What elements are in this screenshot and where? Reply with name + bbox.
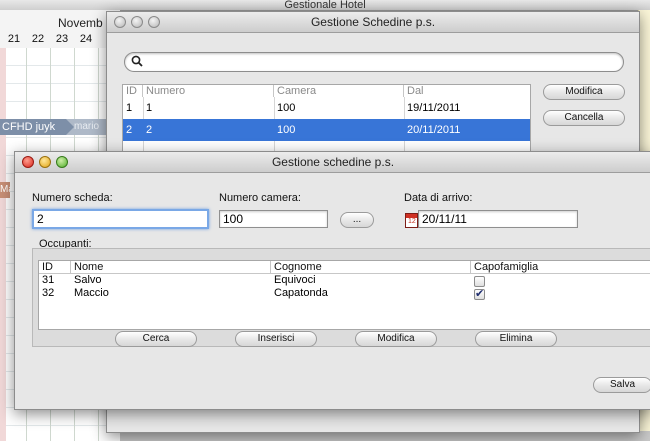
scheda-edit-titlebar[interactable]: Gestione schedine p.s. (15, 152, 650, 173)
modifica-occupante-button[interactable]: Modifica (355, 331, 437, 347)
calendar-day[interactable]: 22 (26, 30, 50, 48)
cell-id[interactable]: 31 (39, 274, 71, 287)
cell-numero: 2 (146, 124, 153, 136)
calendar-icon[interactable]: 12 (405, 213, 418, 228)
browse-camera-button[interactable]: ... (340, 212, 374, 228)
column-header-numero[interactable]: Numero (143, 85, 274, 97)
data-arrivo-field[interactable]: 20/11/11 (418, 210, 578, 228)
salva-button[interactable]: Salva (593, 377, 650, 393)
calendar-day[interactable]: 24 (74, 30, 98, 48)
booking-arrow-icon (66, 119, 74, 135)
cell-dal: 19/11/2011 (407, 102, 461, 114)
calendar-weekend-column (0, 48, 6, 441)
booking-bar-partial[interactable]: Mac (0, 182, 10, 198)
table-header: ID Numero Camera Dal (123, 85, 530, 97)
close-window-icon[interactable] (114, 16, 126, 28)
zoom-window-icon[interactable] (56, 156, 68, 168)
cell-nome[interactable]: Salvo (71, 274, 271, 287)
column-header-cognome[interactable]: Cognome (271, 261, 471, 273)
calendar-day[interactable]: 23 (50, 30, 74, 48)
data-arrivo-label: Data di arrivo: (404, 192, 473, 204)
numero-camera-field[interactable]: 100 (219, 210, 328, 228)
booking-bar[interactable]: CFHD juyk (0, 119, 68, 135)
column-header-camera[interactable]: Camera (274, 85, 404, 97)
numero-scheda-label: Numero scheda: (32, 192, 113, 204)
column-header-id[interactable]: ID (39, 261, 71, 273)
scheda-edit-window: Gestione schedine p.s. Numero scheda: 2 … (14, 151, 650, 410)
cancella-scheda-button[interactable]: Cancella (543, 110, 625, 126)
window-title: Gestione Schedine p.s. (310, 15, 436, 29)
column-header-id[interactable]: ID (123, 85, 143, 97)
minimize-window-icon[interactable] (39, 156, 51, 168)
column-header-capofamiglia[interactable]: Capofamiglia (471, 261, 650, 273)
table-row-selected[interactable]: 2 2 100 20/11/2011 (123, 119, 530, 141)
elimina-button[interactable]: Elimina (475, 331, 557, 347)
zoom-window-icon[interactable] (148, 16, 160, 28)
capofamiglia-checkbox-checked[interactable] (474, 287, 485, 300)
table-header: ID Nome Cognome Capofamiglia (39, 261, 650, 274)
window-title: Gestione schedine p.s. (271, 155, 395, 169)
calendar-icon-day: 12 (408, 218, 416, 225)
inserisci-button[interactable]: Inserisci (235, 331, 317, 347)
search-icon (131, 55, 143, 67)
table-row[interactable]: 1 1 100 19/11/2011 (123, 97, 530, 119)
cell-cognome[interactable]: Equivoci (271, 274, 471, 287)
search-input[interactable] (124, 52, 624, 72)
modifica-scheda-button[interactable]: Modifica (543, 84, 625, 100)
main-app-title: Gestionale Hotel (284, 0, 366, 11)
cell-cognome[interactable]: Capatonda (271, 287, 471, 300)
cell-id[interactable]: 32 (39, 287, 71, 300)
calendar-month: Novemb (58, 16, 103, 30)
occupanti-table: ID Nome Cognome Capofamiglia 31 Salvo Eq… (38, 260, 650, 330)
close-window-icon[interactable] (22, 156, 34, 168)
cell-id: 1 (126, 102, 133, 114)
cell-camera: 100 (277, 124, 296, 136)
capofamiglia-checkbox[interactable] (474, 276, 485, 287)
cell-numero: 1 (146, 102, 153, 114)
numero-scheda-field[interactable]: 2 (32, 209, 209, 229)
minimize-window-icon[interactable] (131, 16, 143, 28)
column-header-nome[interactable]: Nome (71, 261, 271, 273)
cell-id: 2 (126, 124, 133, 136)
cerca-button[interactable]: Cerca (115, 331, 197, 347)
column-header-dal[interactable]: Dal (404, 85, 530, 97)
numero-camera-label: Numero camera: (219, 192, 301, 204)
cell-dal: 20/11/2011 (407, 124, 461, 136)
calendar-day[interactable]: 21 (2, 30, 26, 48)
schede-list-titlebar[interactable]: Gestione Schedine p.s. (107, 12, 639, 33)
cell-nome[interactable]: Maccio (71, 287, 271, 300)
schede-table: ID Numero Camera Dal 1 1 100 19/11/2011 … (122, 84, 531, 156)
cell-camera: 100 (277, 102, 296, 114)
